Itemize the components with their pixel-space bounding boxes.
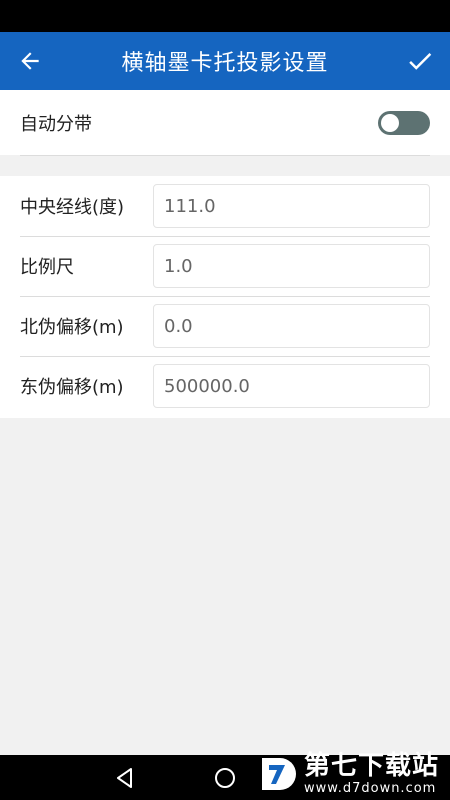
false-easting-row: 东伪偏移(m): [20, 356, 430, 416]
watermark-url: www.d7down.com: [304, 781, 437, 796]
central-meridian-row: 中央经线(度): [20, 176, 430, 237]
central-meridian-label: 中央经线(度): [20, 197, 125, 218]
d7-logo-icon: [262, 758, 296, 790]
nav-home-button[interactable]: [210, 763, 240, 793]
auto-zone-row: 自动分带: [20, 90, 430, 156]
auto-zone-label: 自动分带: [20, 113, 92, 135]
false-northing-label: 北伪偏移(m): [20, 317, 124, 338]
back-button[interactable]: [2, 32, 58, 90]
watermark-title: 第七下载站: [304, 751, 440, 781]
auto-zone-toggle[interactable]: [378, 110, 430, 135]
nav-back-button[interactable]: [110, 763, 140, 793]
false-northing-row: 北伪偏移(m): [20, 296, 430, 357]
arrow-left-icon: [21, 52, 39, 70]
check-icon: [409, 53, 432, 70]
false-easting-input[interactable]: [153, 364, 430, 408]
central-meridian-input[interactable]: [153, 184, 430, 228]
scale-factor-input[interactable]: [153, 244, 430, 288]
scale-factor-row: 比例尺: [20, 236, 430, 297]
circle-home-icon: [215, 768, 235, 788]
page-title: 横轴墨卡托投影设置: [121, 51, 329, 76]
toggle-knob: [381, 113, 399, 132]
status-bar: [0, 0, 450, 32]
confirm-button[interactable]: [392, 32, 448, 90]
site-watermark: 第七下载站 www.d7down.com: [258, 748, 450, 800]
app-bar: 横轴墨卡托投影设置: [0, 32, 450, 90]
projection-params-card: 中央经线(度) 比例尺 北伪偏移(m) 东伪偏移(m): [0, 176, 450, 418]
auto-zone-card: 自动分带: [0, 90, 450, 156]
scale-factor-label: 比例尺: [20, 257, 74, 278]
false-easting-label: 东伪偏移(m): [20, 377, 124, 398]
triangle-back-icon: [117, 768, 132, 788]
false-northing-input[interactable]: [153, 304, 430, 348]
